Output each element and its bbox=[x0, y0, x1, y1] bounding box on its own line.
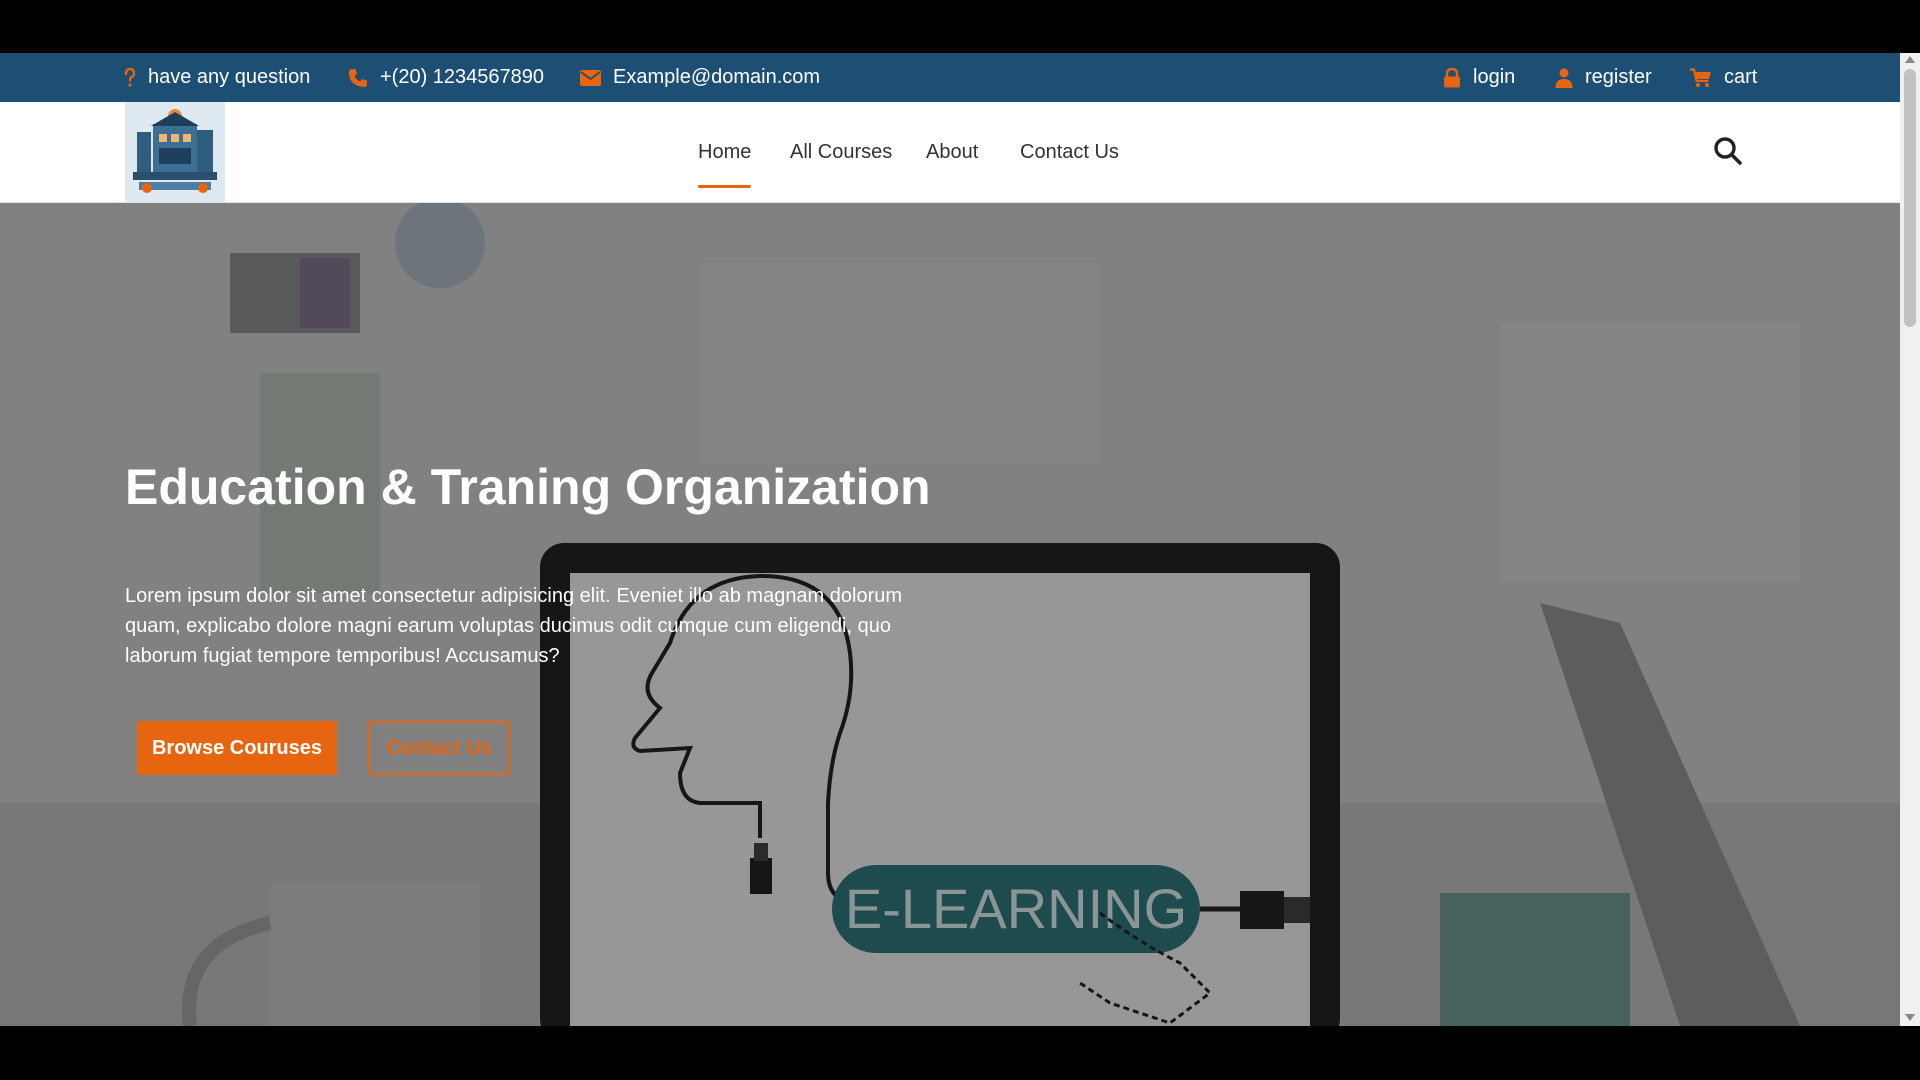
scroll-down-arrow-icon[interactable] bbox=[1905, 1014, 1915, 1021]
question-icon bbox=[124, 67, 136, 87]
email-address: Example@domain.com bbox=[613, 66, 821, 88]
question-item[interactable]: have any question bbox=[124, 53, 310, 102]
email-item[interactable]: Example@domain.com bbox=[580, 53, 820, 102]
cart-icon bbox=[1690, 67, 1711, 87]
nav-all-courses[interactable]: All Courses bbox=[790, 102, 892, 202]
nav-contact-us[interactable]: Contact Us bbox=[1020, 102, 1119, 202]
scroll-thumb[interactable] bbox=[1904, 69, 1916, 327]
hero-section: E-LEARNING Education & Traning Organizat… bbox=[0, 203, 1900, 1026]
letterbox-bottom bbox=[0, 1026, 1920, 1080]
contact-us-button[interactable]: Contact Us bbox=[368, 721, 510, 775]
main-navbar: Home All Courses About Contact Us bbox=[0, 102, 1900, 203]
scroll-up-arrow-icon[interactable] bbox=[1905, 56, 1915, 63]
login-label: login bbox=[1473, 66, 1516, 88]
letterbox-top bbox=[0, 0, 1920, 53]
cart-label: cart bbox=[1724, 66, 1758, 88]
search-button[interactable] bbox=[1712, 135, 1744, 167]
phone-icon bbox=[349, 68, 367, 87]
hero-title: Education & Traning Organization bbox=[125, 459, 931, 515]
question-text: have any question bbox=[148, 66, 311, 88]
phone-item[interactable]: +(20) 1234567890 bbox=[348, 53, 544, 102]
cart-link[interactable]: cart bbox=[1690, 53, 1757, 102]
nav-home[interactable]: Home bbox=[698, 102, 752, 202]
browser-viewport: have any question +(20) 1234567890 Examp… bbox=[0, 53, 1900, 1026]
hero-description: Lorem ipsum dolor sit amet consectetur a… bbox=[125, 585, 903, 667]
envelope-icon bbox=[580, 69, 601, 86]
register-label: register bbox=[1585, 66, 1652, 88]
logo-image bbox=[125, 102, 225, 202]
phone-number: +(20) 1234567890 bbox=[380, 66, 545, 88]
register-link[interactable]: register bbox=[1555, 53, 1652, 102]
top-info-bar: have any question +(20) 1234567890 Examp… bbox=[0, 53, 1900, 102]
nav-about[interactable]: About bbox=[926, 102, 978, 202]
search-icon bbox=[1714, 137, 1742, 165]
site-logo[interactable] bbox=[125, 102, 225, 202]
lock-icon bbox=[1444, 67, 1460, 87]
browse-courses-button[interactable]: Browse Couruses bbox=[137, 721, 337, 775]
login-link[interactable]: login bbox=[1443, 53, 1515, 102]
user-icon bbox=[1555, 68, 1573, 88]
page-scrollbar[interactable] bbox=[1900, 53, 1920, 1026]
